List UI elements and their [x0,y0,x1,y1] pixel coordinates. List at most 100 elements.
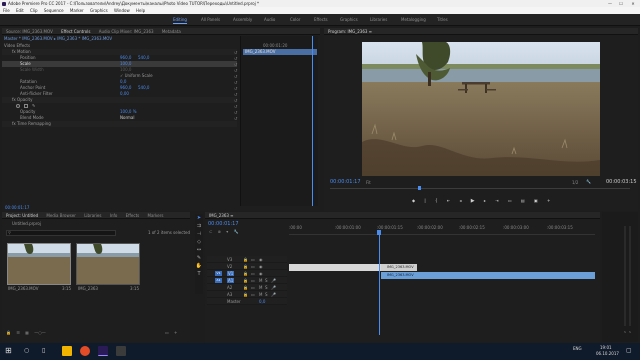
tab-effects[interactable]: Effects [126,213,140,218]
source-patch-v1[interactable]: V1 [215,271,222,276]
clock-time[interactable]: 19:01 [600,345,612,350]
add-icon[interactable]: + [547,198,550,203]
workspace-libraries[interactable]: Libraries [370,14,387,26]
eye-icon[interactable]: ◉ [259,271,263,276]
mark-out-icon[interactable]: | [424,198,425,203]
menu-graphics[interactable]: Graphics [90,8,108,13]
tab-project[interactable]: Project: Untitled [6,213,38,218]
workspace-titles[interactable]: Titles [437,14,448,26]
new-bin-icon[interactable]: ▭ [165,330,169,335]
sync-icon[interactable]: ▭ [251,271,255,276]
new-item-icon[interactable]: + [174,330,177,335]
browser-icon[interactable] [80,346,90,356]
razor-tool-icon[interactable]: ◇ [195,238,203,246]
icon-view-icon[interactable]: ▦ [25,330,29,335]
mic-icon[interactable]: 🎤 [271,285,276,290]
lock-track-icon[interactable]: 🔒 [243,285,248,290]
track-header-a3[interactable]: A3 🔒 ▭ M S 🎤 [207,291,287,298]
effect-row-time-remapping[interactable]: fx Time Remapping [2,121,237,127]
list-view-icon[interactable]: ☰ [16,330,20,335]
notification-icon[interactable]: ▢ [626,347,634,355]
sync-icon[interactable]: ▭ [251,292,255,297]
tab-markers[interactable]: Markers [148,213,164,218]
lock-track-icon[interactable]: 🔒 [243,271,248,276]
resolution-dropdown[interactable]: 1/2 [572,180,578,185]
step-back-icon[interactable]: ⇤ [447,198,450,203]
rectangle-mask-icon[interactable] [24,104,28,108]
track-header-v3[interactable]: V3 🔒 ▭ ◉ [207,256,287,263]
timeline-timecode[interactable]: 00:00:01:17 [208,221,239,227]
solo-button[interactable]: S [265,278,268,283]
track-header-a2[interactable]: A2 🔒 ▭ M S 🎤 [207,284,287,291]
tab-sequence[interactable]: IMG_2363 ≡ [209,213,234,218]
lock-icon[interactable]: 🔒 [6,330,11,335]
program-scrub-bar[interactable] [330,188,630,189]
program-playhead[interactable] [418,186,421,190]
sync-icon[interactable]: ▭ [251,285,255,290]
lock-track-icon[interactable]: 🔒 [243,278,248,283]
master-volume-value[interactable]: 0,0 [259,299,265,304]
add-marker-icon[interactable]: ▾ [226,229,228,234]
minimize-button[interactable]: — [605,0,615,7]
app-taskbar-icon[interactable] [116,346,126,356]
project-item-thumbnail[interactable] [7,243,71,285]
clip-v2-left[interactable] [289,264,381,271]
tab-libraries[interactable]: Libraries [84,213,101,218]
timeline-playhead[interactable] [379,235,380,335]
lock-track-icon[interactable]: 🔒 [243,257,248,262]
solo-right-button[interactable]: S [629,330,631,334]
eye-icon[interactable]: ◉ [259,264,263,269]
file-explorer-icon[interactable] [62,346,72,356]
workspace-assembly[interactable]: Assembly [233,14,252,26]
tab-program[interactable]: Program: IMG_2363 ≡ [328,29,372,34]
track-header-master[interactable]: Master 0,0 [207,298,287,305]
project-search-input[interactable]: ⚲ [6,230,116,236]
menu-clip[interactable]: Clip [30,8,38,13]
ripple-edit-tool-icon[interactable]: ⊣ [195,230,203,238]
program-timecode[interactable]: 00:00:01:17 [330,179,361,185]
mute-button[interactable]: M [259,278,262,283]
tab-source[interactable]: Source: IMG_2363.MOV [6,29,53,34]
fit-dropdown[interactable]: Fit [366,180,371,185]
close-button[interactable]: ✕ [628,0,638,7]
hand-tool-icon[interactable]: ✋ [195,262,203,270]
track-header-v1[interactable]: V1 V1 🔒 ▭ ◉ [207,270,287,277]
program-settings-icon[interactable]: 🔧 [586,179,591,184]
mini-timeline-playhead[interactable] [312,36,313,206]
project-item-thumbnail[interactable] [76,243,140,285]
tab-media-browser[interactable]: Media Browser [46,213,76,218]
workspace-effects[interactable]: Effects [314,14,328,26]
premiere-taskbar-icon[interactable] [98,346,108,356]
workspace-editing[interactable]: Editing [173,14,187,26]
menu-file[interactable]: File [3,8,10,13]
workspace-metalogging[interactable]: Metalogging [401,14,426,26]
tab-info[interactable]: Info [110,213,118,218]
lock-track-icon[interactable]: 🔒 [243,292,248,297]
sync-icon[interactable]: ▭ [251,278,255,283]
lock-track-icon[interactable]: 🔒 [243,264,248,269]
windows-start-icon[interactable]: ⊞ [5,347,13,355]
play-icon[interactable]: ▶ [471,198,475,204]
maximize-button[interactable]: ☐ [616,0,626,7]
menu-marker[interactable]: Marker [70,8,84,13]
menu-edit[interactable]: Edit [16,8,24,13]
export-frame-icon[interactable]: ▣ [534,198,538,203]
track-select-tool-icon[interactable]: ⇉ [195,222,203,230]
go-to-in-icon[interactable]: { [435,198,438,203]
mark-in-icon[interactable]: ◆ [412,198,415,203]
mute-button[interactable]: M [259,285,262,290]
pen-tool-icon[interactable]: ✎ [195,254,203,262]
track-header-a1[interactable]: A1 A1 🔒 ▭ M S 🎤 [207,277,287,284]
mic-icon[interactable]: 🎤 [271,278,276,283]
ellipse-mask-icon[interactable] [16,104,20,108]
track-lanes[interactable]: IMG_2363.MOV IMG_2363.MOV [289,235,595,335]
menu-help[interactable]: Help [136,8,145,13]
task-view-icon[interactable]: ▯ [42,347,50,355]
mute-button[interactable]: M [259,292,262,297]
eye-icon[interactable]: ◉ [259,257,263,262]
type-tool-icon[interactable]: T [195,270,203,278]
workspace-graphics[interactable]: Graphics [340,14,358,26]
go-to-out-icon[interactable]: ⇥ [495,198,498,203]
solo-left-button[interactable]: S [624,330,626,334]
mini-timeline[interactable]: 00:00:01:20 IMG_2363.MOV [240,36,318,206]
